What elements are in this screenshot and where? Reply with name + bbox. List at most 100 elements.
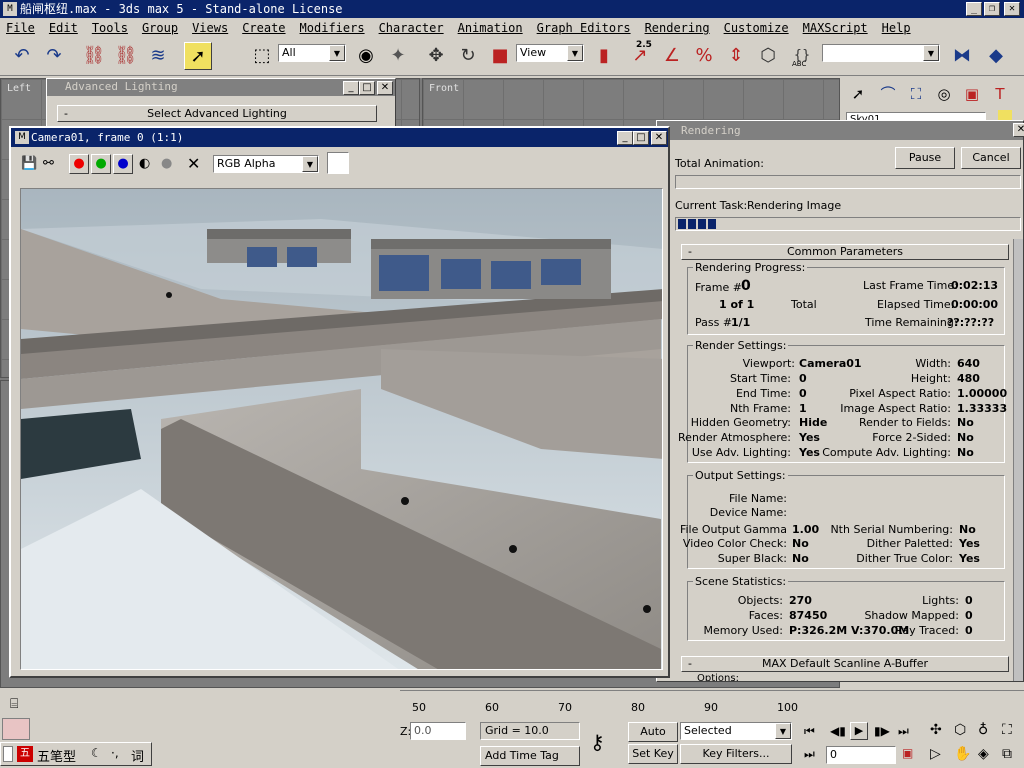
named-selection-dropdown[interactable]: ▼ (822, 44, 940, 62)
coord-z-field[interactable]: 0.0 (410, 722, 466, 740)
menu-item-character[interactable]: Character (379, 18, 444, 38)
key-mode-icon[interactable]: ⚷ (590, 730, 605, 754)
ime-punct[interactable]: ·, (111, 746, 119, 760)
utilities-icon[interactable]: T (986, 80, 1014, 108)
red-channel-button[interactable]: ● (69, 154, 89, 174)
edit-named-selection-icon[interactable]: {} (788, 42, 816, 70)
named-selection-icon[interactable]: ⬡ (754, 42, 782, 70)
scanline-rollout[interactable]: - MAX Default Scanline A-Buffer (681, 656, 1009, 672)
pivot-center-icon[interactable]: ▮ (590, 42, 618, 70)
select-by-name-icon[interactable]: ◉ (352, 42, 380, 70)
ime-logo-icon[interactable]: 五 (17, 746, 33, 762)
monochrome-icon[interactable]: ● (161, 156, 172, 171)
time-config-icon[interactable]: ▣ (902, 746, 913, 760)
menu-item-group[interactable]: Group (142, 18, 178, 38)
viewport-front-label[interactable]: Front (429, 83, 459, 94)
frame-maximize-button[interactable]: □ (633, 131, 649, 145)
modify-icon[interactable]: ⌒ (874, 80, 902, 108)
channel-dropdown[interactable]: RGB Alpha ▼ (213, 155, 319, 173)
clear-icon[interactable]: ✕ (187, 154, 200, 173)
rotate-icon[interactable]: ↻ (454, 42, 482, 70)
scale-icon[interactable]: ■ (486, 42, 514, 70)
key-selection-dropdown[interactable]: Selected ▼ (680, 722, 792, 740)
spinner-snap-icon[interactable]: ⇕ (722, 42, 750, 70)
select-link-icon[interactable]: ⛓ (80, 42, 108, 70)
select-object-icon[interactable]: ➚ (184, 42, 212, 70)
maximize-viewport-icon[interactable]: ⛶ (1002, 722, 1012, 738)
go-to-end-icon[interactable]: ⏭ (898, 724, 909, 739)
menu-item-edit[interactable]: Edit (49, 18, 78, 38)
add-time-tag-button[interactable]: Add Time Tag (480, 746, 580, 766)
pan-icon[interactable]: ✋ (954, 746, 971, 762)
motion-icon[interactable]: ◎ (930, 80, 958, 108)
ime-word[interactable]: 词 (131, 746, 144, 765)
restore-button[interactable]: ❐ (984, 2, 1000, 16)
select-region-icon[interactable]: ⬚ (248, 42, 276, 70)
next-frame-icon[interactable]: ▮▶ (874, 724, 890, 738)
time-slider-area[interactable] (840, 690, 1024, 716)
ime-mode[interactable]: 五笔型 (37, 746, 76, 765)
advanced-lighting-maximize[interactable]: □ (359, 81, 375, 95)
zoom-all-icon[interactable]: ⬡ (954, 722, 966, 738)
zoom-icon[interactable]: ✣ (930, 722, 942, 738)
ime-indicator[interactable] (3, 746, 13, 762)
green-channel-button[interactable]: ● (91, 154, 111, 174)
menu-item-help[interactable]: Help (882, 18, 911, 38)
menu-item-customize[interactable]: Customize (724, 18, 789, 38)
frame-minimize-button[interactable]: _ (617, 131, 633, 145)
crossing-icon[interactable]: ✦ (384, 42, 412, 70)
align-icon[interactable]: ◆ (982, 42, 1010, 70)
redo-icon[interactable]: ↷ (40, 42, 68, 70)
ime-moon-icon[interactable]: ☾ (91, 746, 102, 760)
save-bitmap-icon[interactable]: 💾 (21, 156, 37, 171)
previous-frame-icon[interactable]: ◀▮ (830, 724, 846, 738)
advanced-lighting-minimize[interactable]: _ (343, 81, 359, 95)
field-of-view-icon[interactable]: ▷ (930, 746, 941, 762)
bind-space-warp-icon[interactable]: ≋ (144, 42, 172, 70)
viewport-left-label[interactable]: Left (7, 83, 31, 94)
ref-coord-dropdown[interactable]: View ▼ (516, 44, 584, 62)
rendering-scrollbar[interactable] (1013, 239, 1023, 681)
scanline-collapse[interactable]: - (688, 657, 692, 671)
unlink-icon[interactable]: ⛓ (112, 42, 140, 70)
close-button[interactable]: ✕ (1004, 2, 1020, 16)
frame-window-icon[interactable]: M (15, 131, 29, 144)
color-swatch[interactable] (327, 152, 349, 174)
maxscript-listener-swatch[interactable] (2, 718, 30, 740)
menu-item-modifiers[interactable]: Modifiers (300, 18, 365, 38)
minimize-button[interactable]: _ (966, 2, 982, 16)
undo-icon[interactable]: ↶ (8, 42, 36, 70)
auto-key-button[interactable]: Auto Key (628, 722, 678, 756)
rollout-collapse-toggle[interactable]: - (64, 106, 68, 121)
select-icon[interactable]: ➚ (844, 80, 872, 108)
clone-window-icon[interactable]: ⚯ (43, 156, 54, 171)
pause-button[interactable]: Pause (895, 147, 955, 169)
play-icon[interactable]: ▶ (850, 722, 868, 740)
arc-rotate-icon[interactable]: ♁ (978, 722, 988, 738)
angle-snap-icon[interactable]: ∠ (658, 42, 686, 70)
menu-item-graph-editors[interactable]: Graph Editors (537, 18, 631, 38)
key-filters-button[interactable]: Key Filters... (680, 744, 792, 764)
menu-item-file[interactable]: File (6, 18, 35, 38)
current-frame-field[interactable]: 0 (826, 746, 896, 764)
menu-item-animation[interactable]: Animation (458, 18, 523, 38)
display-icon[interactable]: ▣ (958, 80, 986, 108)
menu-item-tools[interactable]: Tools (92, 18, 128, 38)
rendering-close-button[interactable]: ✕ (1013, 123, 1024, 137)
set-key-button[interactable]: Set Key (628, 744, 678, 764)
blue-channel-button[interactable]: ● (113, 154, 133, 174)
key-mode-toggle-icon[interactable]: ⏭ (804, 747, 815, 762)
orbit-icon[interactable]: ◈ (978, 746, 989, 762)
menu-item-create[interactable]: Create (242, 18, 285, 38)
percent-snap-icon[interactable]: % (690, 42, 718, 70)
go-to-start-icon[interactable]: ⏮ (804, 724, 815, 739)
menu-item-rendering[interactable]: Rendering (645, 18, 710, 38)
selection-filter-dropdown[interactable]: All ▼ (278, 44, 346, 62)
alpha-channel-icon[interactable]: ◐ (139, 156, 150, 171)
max-script-mini-icon[interactable]: ⌸ (10, 696, 18, 712)
common-parameters-rollout[interactable]: - Common Parameters (681, 244, 1009, 260)
menu-item-maxscript[interactable]: MAXScript (803, 18, 868, 38)
common-parameters-collapse[interactable]: - (688, 245, 692, 259)
cancel-button[interactable]: Cancel (961, 147, 1021, 169)
frame-close-button[interactable]: ✕ (651, 131, 667, 145)
